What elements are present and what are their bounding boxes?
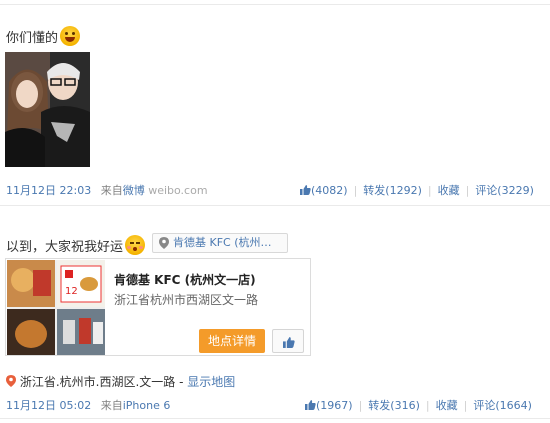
favorite-button[interactable]: 收藏 xyxy=(438,184,460,197)
like-button[interactable]: (4082) xyxy=(300,184,348,197)
post-time-link[interactable]: 11月12日 05:02 xyxy=(6,399,91,412)
card-address: 浙江省杭州市西湖区文一路 xyxy=(114,293,259,307)
location-tag[interactable]: 肯德基 KFC (杭州… xyxy=(152,233,288,253)
repost-button[interactable]: 转发(316) xyxy=(368,399,420,412)
bottom-divider xyxy=(0,418,550,419)
source-prefix: 来自 xyxy=(100,399,123,412)
thumbs-up-icon xyxy=(300,185,311,195)
map-pin-icon xyxy=(159,237,169,249)
source-name-link[interactable]: 微博 xyxy=(123,184,145,197)
post-text-content: 你们懂的 xyxy=(6,31,59,46)
kfc-food-image: 12 xyxy=(7,260,105,355)
thumbs-up-icon xyxy=(305,400,316,410)
post-time-link[interactable]: 11月12日 22:03 xyxy=(6,184,91,197)
repost-button[interactable]: 转发(1292) xyxy=(363,184,422,197)
kissing-emoji-icon xyxy=(125,235,146,255)
show-map-link[interactable]: 显示地图 xyxy=(187,375,235,389)
location-line: 浙江省.杭州市.西湖区.文一路 - 显示地图 xyxy=(6,373,235,390)
post-divider xyxy=(0,205,550,206)
source-name-link[interactable]: iPhone 6 xyxy=(123,399,171,412)
thumbs-up-icon xyxy=(283,337,295,348)
favorite-button[interactable]: 收藏 xyxy=(436,399,458,412)
post-actions: (4082) | 转发(1292) | 收藏 | 评论(3229) xyxy=(300,182,534,198)
card-like-button[interactable] xyxy=(272,329,304,353)
like-count: (1967) xyxy=(316,399,353,412)
couple-photo-image xyxy=(5,52,90,167)
location-text: 浙江省.杭州市.西湖区.文一路 xyxy=(19,375,176,389)
card-title[interactable]: 肯德基 KFC (杭州文一店) xyxy=(114,271,256,288)
location-tag-label: 肯德基 KFC (杭州… xyxy=(173,236,272,249)
location-card: 12 肯德基 KFC (杭州文一店) 浙江省杭州市西湖区文一路 地点详情 xyxy=(5,258,311,356)
location-dash: - xyxy=(175,375,188,389)
like-button[interactable]: (1967) xyxy=(305,399,353,412)
post-meta: 11月12日 22:03 来自微博 weibo.com xyxy=(6,182,208,198)
menu-badge: 12 xyxy=(65,286,78,297)
post-text: 以到，大家祝我好运 xyxy=(6,235,146,255)
place-detail-button[interactable]: 地点详情 xyxy=(199,329,265,353)
post-actions: (1967) | 转发(316) | 收藏 | 评论(1664) xyxy=(305,397,532,413)
comment-button[interactable]: 评论(1664) xyxy=(473,399,532,412)
post-text-content: 以到，大家祝我好运 xyxy=(6,240,124,255)
post-meta: 11月12日 05:02 来自iPhone 6 xyxy=(6,397,170,413)
laughing-emoji-icon xyxy=(60,26,81,46)
source-prefix: 来自 xyxy=(100,184,123,197)
card-photo-grid[interactable]: 12 xyxy=(7,260,105,355)
comment-button[interactable]: 评论(3229) xyxy=(475,184,534,197)
source-domain: weibo.com xyxy=(148,184,208,197)
post-text: 你们懂的 xyxy=(6,26,81,46)
location-pin-icon xyxy=(6,375,16,387)
like-count: (4082) xyxy=(311,184,348,197)
top-divider xyxy=(0,4,550,5)
post-photo[interactable] xyxy=(5,52,90,167)
